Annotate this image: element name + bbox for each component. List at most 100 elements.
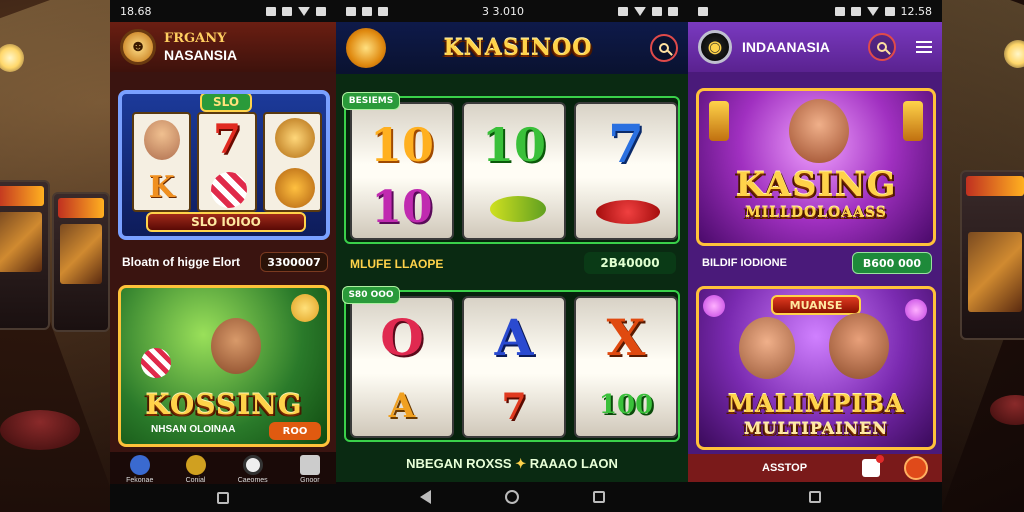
bottom-action-bar: ASSTOP (688, 454, 942, 482)
tab-home[interactable]: Fekonae (126, 454, 153, 484)
tab-coin[interactable]: Conial (185, 454, 206, 484)
reel-grid: K 7 (132, 112, 322, 212)
jackpot-label: BILDIF IODIONE (702, 257, 787, 269)
character-face-icon (739, 317, 795, 379)
reel-column: O A (350, 296, 454, 438)
status-bar: 12.58 (688, 0, 942, 22)
reels-badge: S80 OOO (342, 286, 400, 304)
promo-card[interactable]: KOSSING NHSAN OLOINAA ROO (118, 285, 330, 447)
reel-column: 10 (462, 102, 566, 240)
candy-icon (141, 348, 171, 378)
character-face-icon (829, 313, 889, 379)
recents-icon[interactable] (217, 492, 229, 504)
back-icon[interactable] (419, 490, 431, 504)
reel-symbol-seven: 7 (607, 114, 645, 175)
viking-face-icon (274, 118, 315, 158)
recents-icon[interactable] (592, 491, 605, 503)
reel-symbol-a: A (388, 386, 416, 426)
home-circle-icon[interactable] (504, 490, 519, 504)
balloon-icon (703, 295, 725, 317)
banner-plate: SLO IOIOO (146, 212, 306, 232)
system-nav-bar (110, 484, 336, 512)
kasing-banner-card[interactable]: KASING MILLDOLOAASS (696, 88, 936, 246)
app-header: ☻ FRGANY NASANSIA (110, 22, 336, 72)
reel-symbol-o: O (380, 308, 424, 367)
status-time: 3 3.010 (482, 4, 524, 18)
home-icon (129, 454, 150, 475)
reel-symbol-ten: 10 (481, 118, 546, 172)
reel-symbol-a: A (494, 308, 534, 367)
character-face-icon (211, 318, 261, 374)
app-header: ◉ INDAANASIA (688, 22, 942, 72)
tab-profile[interactable]: Gnoor (299, 454, 320, 484)
pillar-icon (903, 101, 923, 141)
reel-column: 10 10 (350, 102, 454, 240)
search-icon (877, 42, 887, 52)
chip-icon (242, 454, 263, 475)
phone-screen-right: 12.58 ◉ INDAANASIA KASING MILLDOLOAASS B… (688, 0, 942, 512)
brand-subname: NASANSIA (164, 47, 238, 63)
spotlight-icon (1004, 40, 1024, 68)
slot-reels-bottom[interactable]: S80 OOO O A A 7 X 100 (342, 286, 680, 442)
casino-backdrop: 18.68 ☻ FRGANY NASANSIA SLO K 7 SLO IOIO… (0, 0, 1024, 512)
status-bar: 3 3.010 (336, 0, 688, 22)
slot-banner-card[interactable]: SLO K 7 SLO IOIOO (118, 90, 330, 240)
profile-icon (299, 454, 320, 475)
footer-text-secondary: RAAAO LAON (529, 456, 618, 471)
system-nav-bar (688, 482, 942, 512)
status-bar: 18.68 (110, 0, 336, 22)
search-button[interactable] (649, 34, 678, 62)
promo-subtitle: MULTIPAINEN (743, 419, 889, 438)
arcade-machine-bg (960, 170, 1024, 340)
promo-title: KOSSING (145, 388, 303, 421)
jackpot-label: MLUFE LLAOPE (350, 257, 444, 271)
pillar-icon (709, 101, 729, 141)
menu-button[interactable] (916, 41, 932, 53)
lips-icon (596, 200, 660, 224)
recents-icon[interactable] (809, 491, 821, 503)
promo-play-button[interactable]: ROO (269, 422, 321, 440)
reel-symbol-seven: 7 (213, 116, 241, 163)
phone-screen-middle: 3 3.010 KNASINOO BESIEMS 10 10 10 7 MLUF… (336, 0, 688, 512)
reel-symbol-hundred: 100 (598, 390, 654, 420)
brand-logo-icon: ☻ (120, 29, 156, 65)
reel-symbol-ten: 10 (369, 118, 434, 172)
sun-logo-icon (346, 28, 386, 68)
bar-stool-bg (990, 395, 1024, 425)
arcade-machine-bg (52, 192, 110, 332)
status-time: 12.58 (900, 4, 933, 18)
footer-banner: NBEGAN ROXSS ✦ RAAAO LAON (336, 456, 688, 472)
brand-logo-icon: ◉ (698, 30, 732, 64)
character-face-icon (144, 120, 180, 160)
slot-reels-top[interactable]: BESIEMS 10 10 10 7 (342, 92, 680, 244)
phone-screen-left: 18.68 ☻ FRGANY NASANSIA SLO K 7 SLO IOIO… (110, 0, 336, 512)
tab-games[interactable]: Caeomes (238, 454, 268, 484)
app-header: KNASINOO (336, 22, 688, 74)
swirl-icon (490, 196, 546, 222)
bar-stool-bg (0, 410, 80, 450)
reel-column: 7 (574, 102, 678, 240)
reel-symbol-k: K (148, 170, 175, 205)
reel-symbol-seven: 7 (501, 386, 527, 428)
app-title: KNASINOO (443, 35, 593, 61)
character-face-icon (789, 99, 849, 163)
system-nav-bar (336, 482, 688, 512)
gift-icon[interactable] (861, 455, 884, 477)
reels-badge: BESIEMS (342, 92, 400, 110)
app-title: INDAANASIA (742, 39, 830, 55)
coin-icon (185, 454, 206, 475)
balloon-icon (291, 294, 319, 322)
brand-name: FRGANY (164, 31, 227, 46)
promo-tag: MUANSE (771, 295, 861, 315)
status-time: 18.68 (120, 4, 152, 18)
footer-text: NBEGAN ROXSS (406, 456, 512, 471)
promo-title: MALIMPIBA (727, 389, 905, 418)
multiplayer-promo-card[interactable]: MUANSE MALIMPIBA MULTIPAINEN (696, 286, 936, 450)
arcade-machine-bg (0, 180, 50, 330)
promo-subtitle: NHSAN OLOINAA (151, 424, 236, 435)
settings-icon[interactable] (904, 456, 928, 480)
search-button[interactable] (868, 33, 896, 61)
banner-subtitle: MILLDOLOAASS (745, 205, 887, 221)
footer-separator: ✦ (515, 456, 530, 471)
candy-icon (211, 172, 248, 208)
